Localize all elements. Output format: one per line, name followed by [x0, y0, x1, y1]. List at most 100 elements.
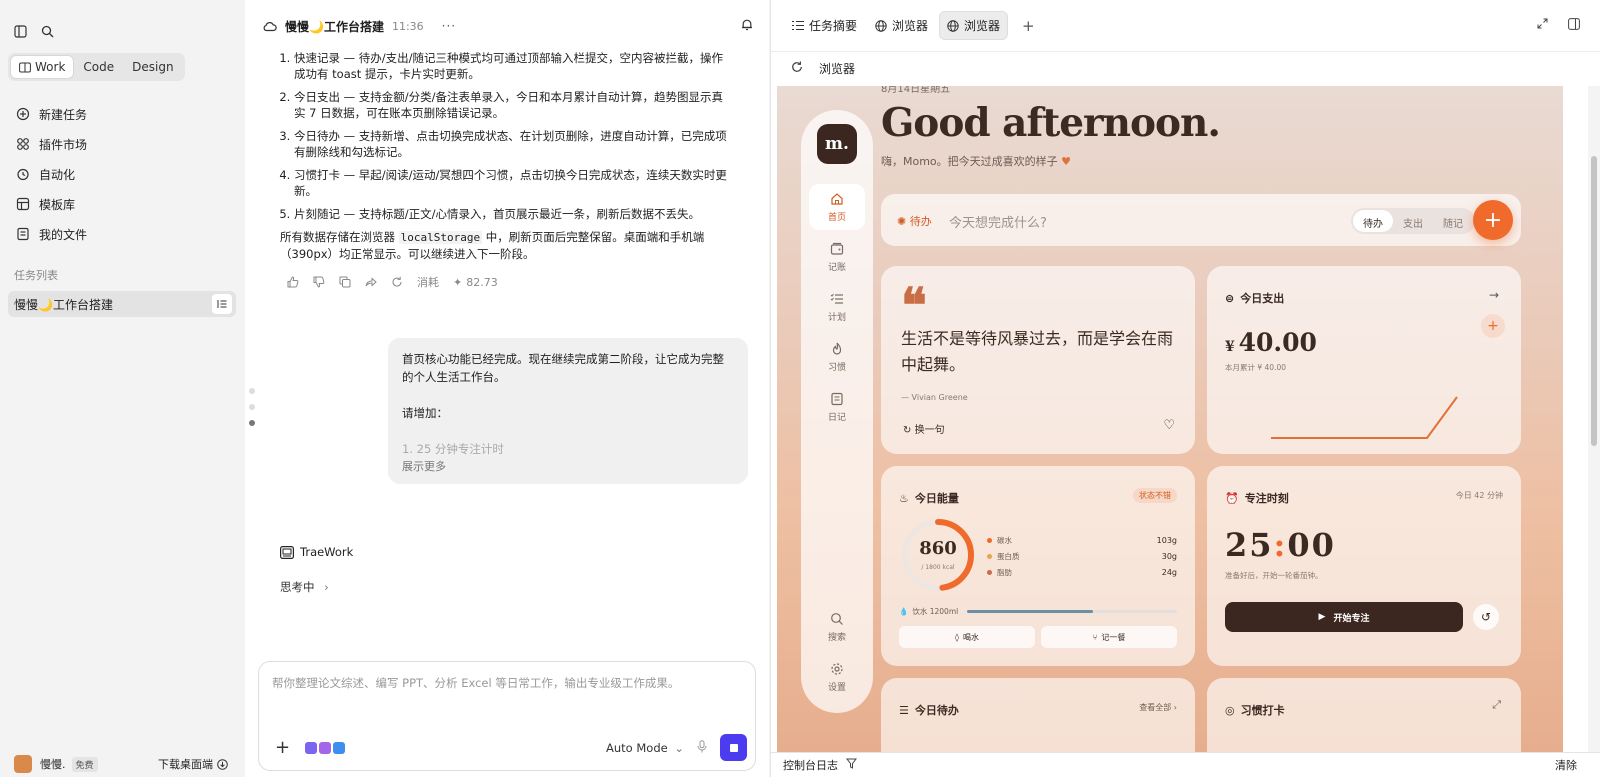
quick-mode-expense[interactable]: 支出 [1393, 210, 1433, 232]
refresh-icon[interactable] [791, 61, 803, 76]
add-tab-icon[interactable]: + [1022, 17, 1035, 35]
reset-timer-icon[interactable]: ↺ [1473, 604, 1499, 630]
water-tracker: 💧 饮水 1200ml [899, 606, 1179, 617]
rail-ledger[interactable]: 记账 [809, 234, 865, 280]
rail-plan[interactable]: 计划 [809, 284, 865, 330]
retry-icon[interactable] [391, 276, 403, 288]
fork-knife-icon: ⑂ [1092, 632, 1098, 642]
quick-entry-input[interactable]: 今天想完成什么? [949, 212, 1047, 231]
log-meal-button[interactable]: ⑂ 记一餐 [1041, 626, 1177, 648]
favorite-heart-icon[interactable]: ♡ [1163, 418, 1175, 433]
agent-icon [280, 545, 294, 559]
mode-work[interactable]: Work [11, 56, 74, 78]
tab-browser-2[interactable]: 浏览器 [939, 11, 1009, 40]
mode-code[interactable]: Code [75, 56, 122, 78]
task-list-item[interactable]: 慢慢🌙工作台搭建 [8, 291, 236, 317]
energy-title: ♨ 今日能量 [899, 490, 959, 506]
nav-automation-label: 自动化 [39, 167, 76, 182]
nav-dot-current[interactable] [249, 420, 255, 426]
list-item: 今日支出 — 支持金额/分类/备注表单录入，今日和本月累计自动计算，趋势图显示真… [294, 89, 734, 121]
feature-list: 快速记录 — 待办/支出/随记三种模式均可通过顶部输入栏提交，空内容被拦截，操作… [281, 50, 734, 222]
expense-title: ⊜ 今日支出 [1225, 290, 1284, 306]
log-meal-label: 记一餐 [1101, 632, 1126, 642]
home-icon [831, 192, 843, 205]
more-menu-icon[interactable]: ··· [442, 19, 456, 33]
expand-icon[interactable] [1537, 18, 1548, 33]
nav-automation[interactable]: 自动化 [0, 159, 244, 189]
quick-mode-note[interactable]: 随记 [1433, 210, 1473, 232]
task-detail-icon[interactable] [212, 294, 232, 314]
tab-browser-1[interactable]: 浏览器 [868, 12, 935, 39]
nav-dot[interactable] [249, 388, 255, 394]
search-icon[interactable] [41, 18, 54, 44]
bell-icon[interactable] [741, 18, 753, 34]
tab-task-summary[interactable]: 任务摘要 [785, 12, 864, 39]
mic-icon[interactable] [697, 740, 707, 756]
add-entry-button[interactable]: + [1473, 200, 1513, 240]
download-desktop-button[interactable]: 下载桌面端 [158, 756, 228, 772]
stop-button[interactable] [720, 734, 747, 761]
rail-settings-label: 设置 [827, 682, 846, 693]
app-logo[interactable]: m. [817, 124, 857, 164]
mode-selector-label: Auto Mode [606, 741, 668, 755]
scrollbar-thumb[interactable] [1591, 156, 1597, 446]
attach-plus-icon[interactable]: + [275, 737, 290, 758]
rail-home[interactable]: 首页 [809, 184, 865, 230]
filter-icon[interactable] [845, 758, 858, 772]
tool-icons[interactable] [305, 742, 345, 754]
start-focus-button[interactable]: ▶ 开始专注 [1225, 602, 1463, 632]
macro-row: 碳水 103g [987, 532, 1177, 548]
file-icon [17, 227, 29, 241]
quick-entry-mode: ✺ 待办 [897, 213, 932, 229]
focus-card: ⏰ 专注时刻 今日 42 分钟 25:00 准备好后，开始一轮番茄钟。 ▶ 开始… [1207, 466, 1521, 666]
account-bar: 慢慢. 免费 下载桌面端 [0, 751, 244, 777]
quote-mark-icon: ❝ [901, 278, 927, 334]
mode-design[interactable]: Design [124, 56, 181, 78]
arrow-right-icon[interactable]: → [1489, 288, 1499, 302]
chat-input[interactable]: 帮你整理论文综述、编写 PPT、分析 Excel 等日常工作，输出专业级工作成果… [272, 675, 679, 691]
nav-new-task[interactable]: 新建任务 [0, 99, 244, 129]
view-all-link[interactable]: 查看全部 › [1139, 702, 1177, 713]
share-icon[interactable] [365, 276, 377, 288]
nav-templates[interactable]: 模板库 [0, 189, 244, 219]
user-name: 慢慢. [40, 758, 66, 771]
storage-note-pre: 所有数据存储在浏览器 [280, 230, 399, 244]
rail-journal[interactable]: 日记 [809, 384, 865, 430]
expand-icon[interactable]: ⤢ [1492, 698, 1501, 712]
thinking-status[interactable]: 思考中 › [280, 579, 329, 595]
energy-title-label: 今日能量 [914, 492, 959, 505]
thumbs-down-icon[interactable] [313, 276, 325, 288]
nav-dot[interactable] [249, 404, 255, 410]
checklist-icon [830, 293, 843, 304]
clear-console-button[interactable]: 清除 [1555, 757, 1577, 773]
thumbs-up-icon[interactable] [287, 276, 299, 288]
stop-icon [729, 743, 738, 752]
rail-settings[interactable]: 设置 [809, 654, 865, 700]
expense-card: ⊜ 今日支出 → + ¥ 40.00 本月累计 ¥ 40.00 [1207, 266, 1521, 454]
macro-name: 脂肪 [997, 567, 1012, 577]
mode-selector[interactable]: Auto Mode ⌄ [606, 741, 684, 755]
macro-row: 蛋白质 30g [987, 548, 1177, 564]
viewport-scrollbar[interactable] [1588, 86, 1600, 752]
split-panel-icon[interactable] [1568, 18, 1580, 33]
show-more-link[interactable]: 展示更多 [402, 458, 734, 476]
drink-water-button[interactable]: ◊ 喝水 [899, 626, 1035, 648]
next-quote-button[interactable]: ↻ 换一句 [903, 421, 945, 436]
expense-trend-chart [1271, 396, 1458, 439]
quick-mode-todo[interactable]: 待办 [1353, 210, 1393, 232]
nav-plugin-market[interactable]: 插件市场 [0, 129, 244, 159]
console-label[interactable]: 控制台日志 [783, 757, 838, 773]
gear-icon [831, 662, 843, 675]
avatar[interactable] [14, 755, 32, 773]
copy-icon[interactable] [339, 276, 351, 288]
nav-my-files[interactable]: 我的文件 [0, 219, 244, 249]
sidebar-toggle-icon[interactable] [14, 18, 27, 44]
macro-dot [987, 537, 992, 543]
dollar-icon: ⊜ [1225, 291, 1235, 305]
energy-actions: ◊ 喝水 ⑂ 记一餐 [899, 626, 1177, 648]
rail-habit[interactable]: 习惯 [809, 334, 865, 380]
add-expense-button[interactable]: + [1481, 314, 1505, 338]
console-bar: 控制台日志 清除 [771, 752, 1600, 777]
rail-search[interactable]: 搜索 [809, 604, 865, 650]
task-list-item-label: 慢慢🌙工作台搭建 [14, 297, 113, 312]
